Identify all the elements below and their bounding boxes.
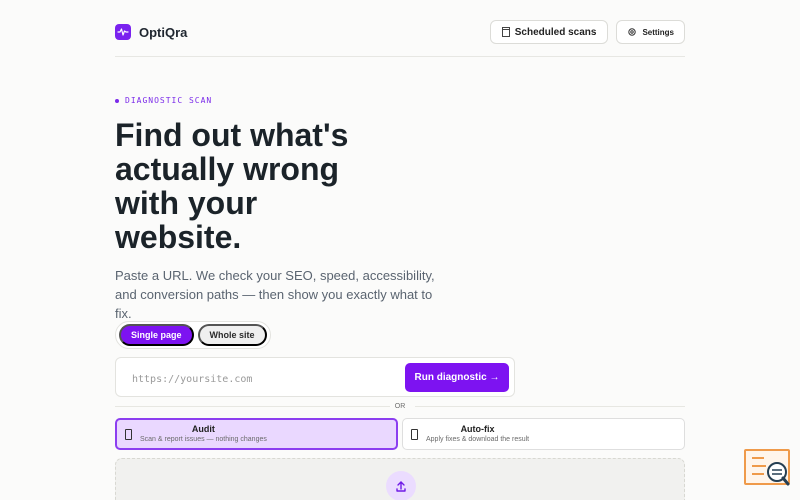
optiqra-page: OptiQra Scheduled scans Settings DIAGNOS…	[0, 0, 800, 500]
settings-label: Settings	[642, 27, 674, 37]
divider-line-right	[415, 406, 685, 407]
page-subtitle: Paste a URL. We check your SEO, speed, a…	[115, 268, 435, 321]
audit-option-text: Audit Scan & report issues — nothing cha…	[140, 424, 267, 444]
settings-button[interactable]: Settings	[616, 20, 685, 44]
audit-description: Scan & report issues — nothing changes	[140, 436, 267, 443]
kicker-dot	[115, 98, 119, 103]
or-label: OR	[390, 402, 410, 410]
divider-line-left	[115, 406, 390, 407]
upload-icon[interactable]	[386, 471, 416, 500]
run-diagnostic-button[interactable]: Run diagnostic →	[405, 363, 509, 392]
file-icon	[411, 428, 418, 440]
scan-mode-toggle: Single page Whole site	[115, 321, 271, 349]
mode-single-page[interactable]: Single page	[119, 324, 194, 346]
search-helper-icon[interactable]	[744, 448, 790, 488]
auto-fix-option[interactable]: Auto-fix Apply fixes & download the resu…	[402, 418, 685, 450]
auto-fix-description: Apply fixes & download the result	[426, 436, 530, 443]
url-input[interactable]	[130, 370, 384, 388]
brand[interactable]: OptiQra	[115, 24, 187, 40]
section-kicker: DIAGNOSTIC SCAN	[115, 96, 212, 105]
scheduled-scans-button[interactable]: Scheduled scans	[489, 20, 609, 44]
url-form: Run diagnostic →	[115, 357, 515, 397]
file-icon	[125, 428, 132, 440]
upload-dropzone[interactable]	[115, 458, 685, 500]
header-actions: Scheduled scans Settings	[489, 20, 685, 44]
gear-icon	[628, 28, 637, 36]
kicker-label: DIAGNOSTIC SCAN	[125, 96, 213, 105]
mode-whole-site[interactable]: Whole site	[197, 324, 267, 346]
top-header: OptiQra Scheduled scans Settings	[115, 16, 685, 57]
pulse-icon	[115, 24, 131, 40]
scheduled-scans-label: Scheduled scans	[514, 26, 597, 38]
audit-option[interactable]: Audit Scan & report issues — nothing cha…	[115, 418, 398, 450]
auto-fix-option-text: Auto-fix Apply fixes & download the resu…	[426, 424, 529, 444]
brand-name: OptiQra	[139, 24, 188, 40]
audit-title: Audit	[191, 424, 215, 434]
calendar-icon	[501, 27, 510, 37]
auto-fix-title: Auto-fix	[460, 424, 495, 434]
or-divider: OR	[115, 401, 685, 411]
page-title: Find out what's actually wrong with your…	[115, 117, 349, 255]
